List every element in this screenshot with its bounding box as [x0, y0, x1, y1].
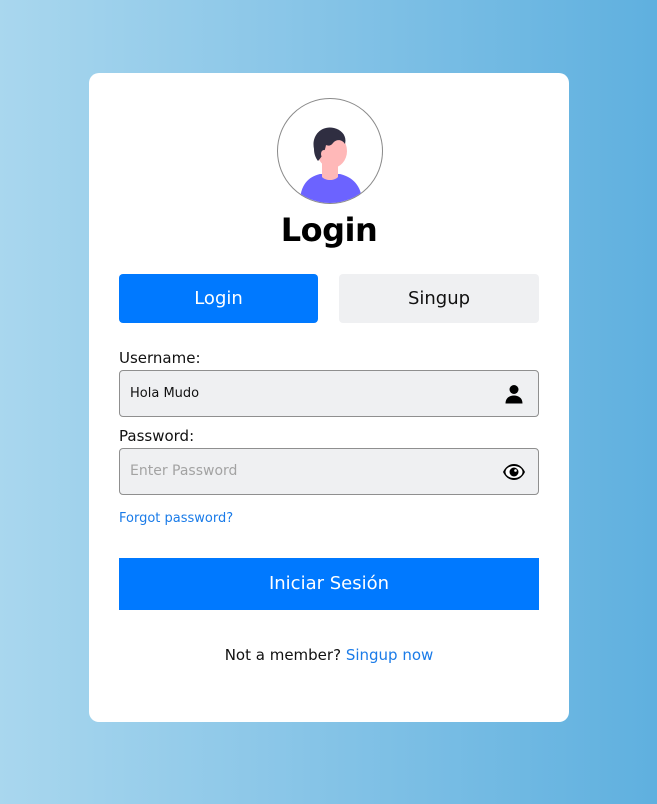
password-label: Password: [119, 427, 195, 445]
password-field-container [119, 448, 539, 495]
username-input[interactable] [130, 371, 490, 416]
password-input[interactable] [130, 449, 490, 494]
eye-icon[interactable] [502, 460, 526, 484]
login-card: Login Login Singup Username: Password: F… [89, 73, 569, 722]
page-title: Login [280, 211, 378, 249]
tab-login[interactable]: Login [119, 274, 318, 323]
login-submit-button[interactable]: Iniciar Sesión [119, 558, 539, 610]
forgot-password-link[interactable]: Forgot password? [119, 511, 233, 526]
username-field-container [119, 370, 539, 417]
signup-now-link[interactable]: Singup now [346, 646, 433, 664]
tab-signup[interactable]: Singup [339, 274, 539, 323]
signup-prompt-text: Not a member? [224, 646, 342, 664]
signup-prompt: Not a member? Singup now [89, 646, 569, 664]
user-icon [502, 382, 526, 406]
username-label: Username: [119, 349, 201, 367]
user-avatar-icon [300, 127, 362, 203]
avatar [277, 98, 383, 204]
